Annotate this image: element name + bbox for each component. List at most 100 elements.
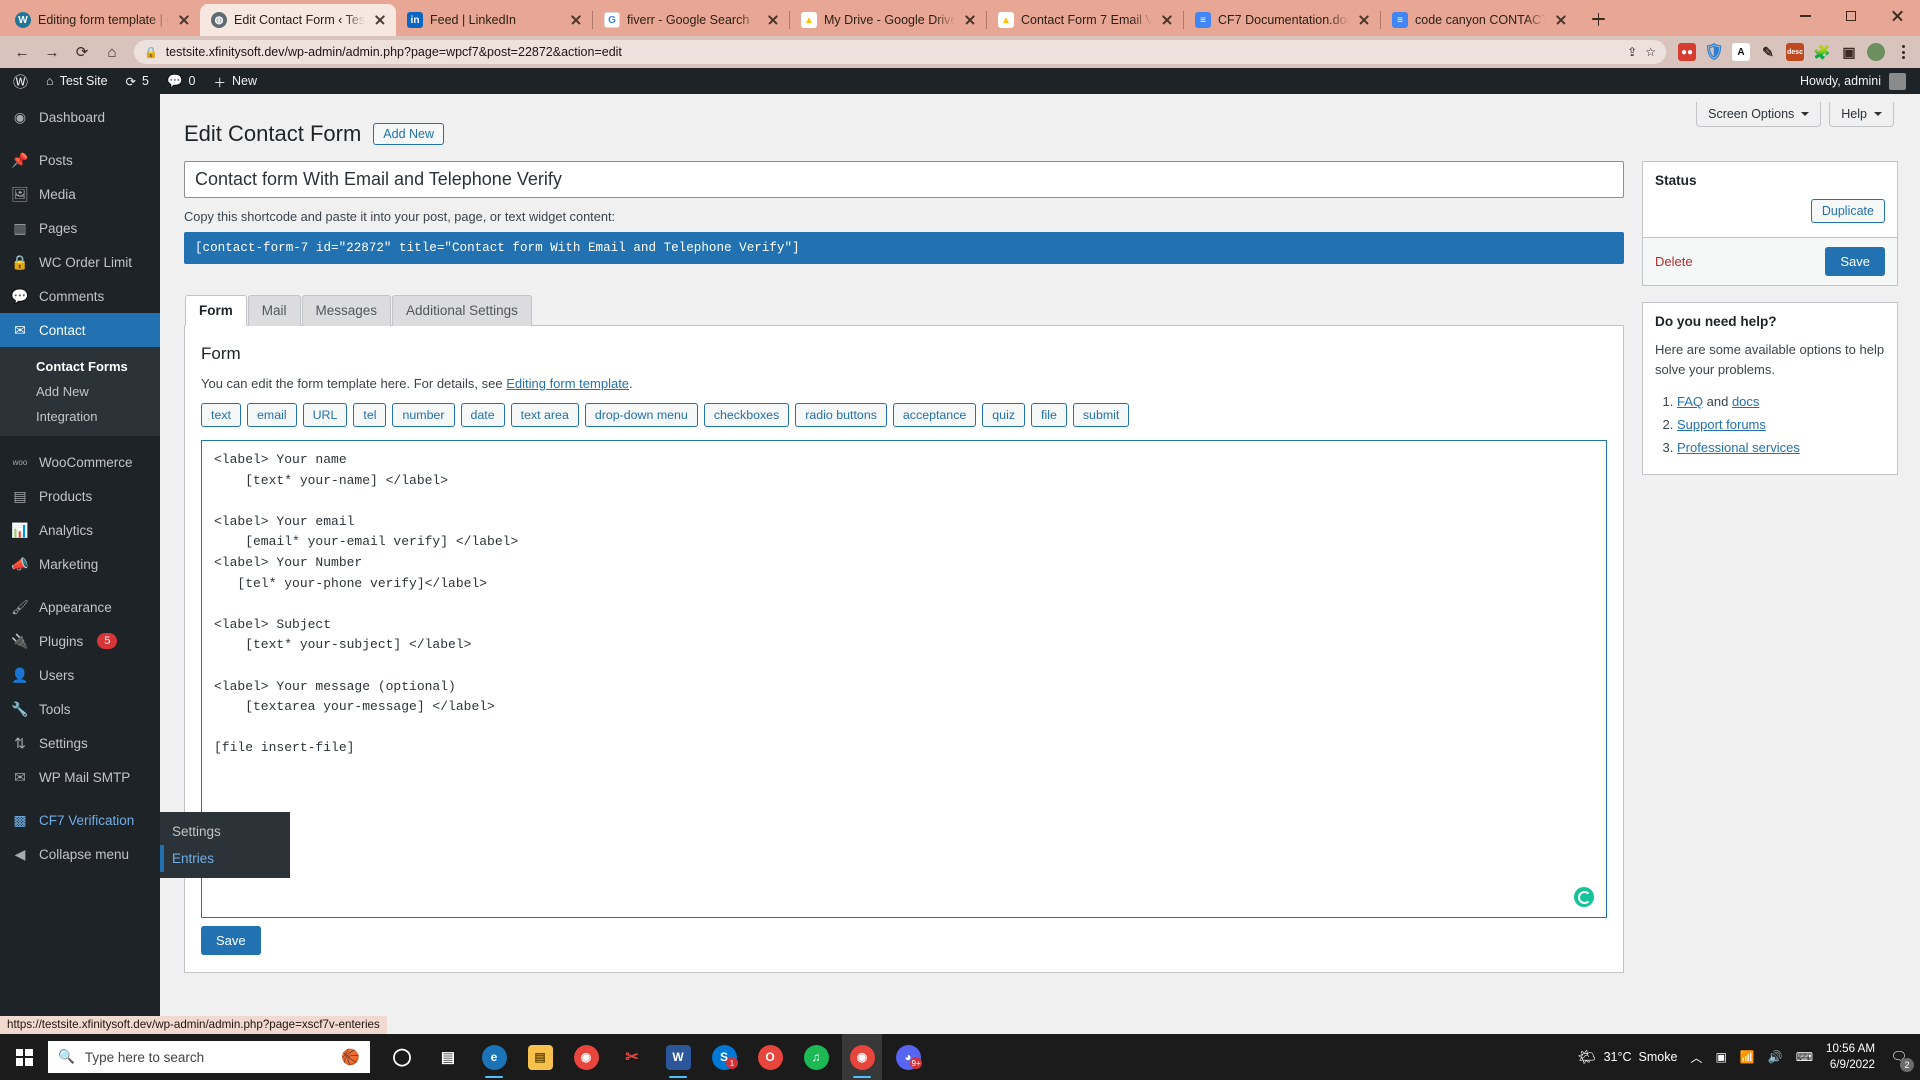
eyedropper-icon[interactable]: ✎ <box>1759 43 1777 61</box>
task-view-icon[interactable]: ▤ <box>428 1034 468 1080</box>
back-icon[interactable]: ← <box>8 38 36 66</box>
tag-button-drop-down-menu[interactable]: drop-down menu <box>584 403 698 427</box>
sidebar-subitem-add-new[interactable]: Add New <box>0 379 160 404</box>
sidebar-subitem-integration[interactable]: Integration <box>0 404 160 429</box>
updates-link[interactable]: ⟳ 5 <box>117 68 158 94</box>
flyout-item-entries[interactable]: Entries <box>160 845 290 872</box>
cortana-icon[interactable]: ◯ <box>382 1034 422 1080</box>
account-menu[interactable]: Howdy, admini <box>1800 72 1916 90</box>
tab-messages[interactable]: Messages <box>301 295 392 326</box>
browser-tab-0[interactable]: W Editing form template | Co <box>4 4 200 36</box>
new-content-link[interactable]: ＋ New <box>204 68 266 94</box>
help-button[interactable]: Help <box>1829 102 1894 127</box>
browser-tab-3[interactable]: G fiverr - Google Search <box>593 4 789 36</box>
close-icon[interactable] <box>372 12 388 28</box>
close-icon[interactable] <box>1356 12 1372 28</box>
sidebar-item-pages[interactable]: ▥ Pages <box>0 211 160 245</box>
sidebar-item-dashboard[interactable]: ◉ Dashboard <box>0 100 160 134</box>
grammarly-icon[interactable] <box>1574 887 1594 907</box>
sidebar-item-posts[interactable]: 📌 Posts <box>0 143 160 177</box>
faq-link[interactable]: FAQ <box>1677 394 1703 409</box>
desc-icon[interactable]: desc <box>1786 43 1804 61</box>
profile-avatar[interactable] <box>1867 43 1885 61</box>
close-icon[interactable] <box>1159 12 1175 28</box>
tag-button-checkboxes[interactable]: checkboxes <box>703 403 790 427</box>
volume-icon[interactable]: 🔊 <box>1768 1050 1783 1064</box>
sidebar-item-wc-order-limit[interactable]: 🔒 WC Order Limit <box>0 245 160 279</box>
sidepanel-icon[interactable]: ▣ <box>1840 43 1858 61</box>
sidebar-item-products[interactable]: ▤ Products <box>0 479 160 513</box>
sidebar-item-settings[interactable]: ⇅ Settings <box>0 726 160 760</box>
puzzle-icon[interactable]: 🧩 <box>1813 43 1831 61</box>
new-tab-button[interactable] <box>1584 5 1612 33</box>
close-icon[interactable] <box>176 12 192 28</box>
form-title-input[interactable] <box>184 161 1624 198</box>
sidebar-item-marketing[interactable]: 📣 Marketing <box>0 547 160 581</box>
sidebar-item-wp-mail-smtp[interactable]: ✉ WP Mail SMTP <box>0 760 160 794</box>
address-bar[interactable]: 🔒 testsite.xfinitysoft.dev/wp-admin/admi… <box>134 40 1666 64</box>
browser-tab-6[interactable]: ≡ CF7 Documentation.docx - <box>1184 4 1380 36</box>
browser-tab-7[interactable]: ≡ code canyon CONTACT FO <box>1381 4 1577 36</box>
browser-tab-1[interactable]: ◍ Edit Contact Form ‹ Test Sit <box>200 4 396 36</box>
tag-button-email[interactable]: email <box>246 403 297 427</box>
tag-button-url[interactable]: URL <box>302 403 348 427</box>
tag-button-acceptance[interactable]: acceptance <box>892 403 977 427</box>
site-name-link[interactable]: ⌂ Test Site <box>37 68 117 94</box>
add-new-button[interactable]: Add New <box>373 123 445 145</box>
close-icon[interactable] <box>568 12 584 28</box>
snipping-tool-icon[interactable]: ✂ <box>612 1034 652 1080</box>
close-icon[interactable] <box>962 12 978 28</box>
browser-tab-5[interactable]: ▲ Contact Form 7 Email Verif <box>987 4 1183 36</box>
close-icon[interactable] <box>765 12 781 28</box>
keyboard-icon[interactable]: ⌨ <box>1796 1050 1813 1064</box>
tag-button-tel[interactable]: tel <box>353 403 387 427</box>
honey-icon[interactable]: ●● <box>1678 43 1696 61</box>
tab-mail[interactable]: Mail <box>247 295 301 326</box>
wifi-icon[interactable]: 📶 <box>1740 1050 1755 1064</box>
tag-button-radio-buttons[interactable]: radio buttons <box>795 403 887 427</box>
maximize-icon[interactable] <box>1828 0 1874 32</box>
form-template-editor[interactable]: <label> Your name [text* your-name] </la… <box>201 440 1607 918</box>
show-hidden-icons[interactable]: ︿ <box>1690 1049 1702 1066</box>
spotify-icon[interactable]: ♫ <box>796 1034 836 1080</box>
close-icon[interactable] <box>1874 0 1920 32</box>
flyout-item-settings[interactable]: Settings <box>160 818 290 845</box>
tag-button-date[interactable]: date <box>460 403 505 427</box>
microsoft-edge-icon[interactable]: e <box>474 1034 514 1080</box>
close-icon[interactable] <box>1553 12 1569 28</box>
tag-button-number[interactable]: number <box>392 403 455 427</box>
editing-form-template-link[interactable]: Editing form template <box>506 376 629 391</box>
save-button[interactable]: Save <box>201 926 261 955</box>
sidebar-item-comments[interactable]: 💬 Comments <box>0 279 160 313</box>
sidebar-collapse-menu[interactable]: ◀ Collapse menu <box>0 837 160 871</box>
comments-link[interactable]: 💬 0 <box>158 68 205 94</box>
tab-additional-settings[interactable]: Additional Settings <box>392 295 532 326</box>
support-forums-link[interactable]: Support forums <box>1677 417 1766 432</box>
browser-tab-4[interactable]: ▲ My Drive - Google Drive <box>790 4 986 36</box>
adobe-icon[interactable]: A <box>1732 43 1750 61</box>
sidebar-item-woocommerce[interactable]: woo WooCommerce <box>0 445 160 479</box>
search-input[interactable]: 🔍 Type here to search 🏀 <box>48 1041 370 1073</box>
windows-start-icon[interactable] <box>0 1034 48 1080</box>
kebab-menu-icon[interactable] <box>1894 45 1912 59</box>
notifications-icon[interactable]: 🗨 2 <box>1888 1046 1914 1072</box>
share-icon[interactable]: ⇪ <box>1627 45 1637 59</box>
weather-widget[interactable]: 🌤 31°C Smoke <box>1578 1048 1678 1066</box>
tag-button-text-area[interactable]: text area <box>510 403 579 427</box>
sidebar-item-plugins[interactable]: 🔌 Plugins 5 <box>0 624 160 658</box>
chrome-active-icon[interactable]: ◉ <box>842 1034 882 1080</box>
file-explorer-icon[interactable]: ▤ <box>520 1034 560 1080</box>
skype-icon[interactable]: S 1 <box>704 1034 744 1080</box>
zenmate-vpn-icon[interactable]: 🛡 <box>1705 43 1723 61</box>
discord-icon[interactable]: ◕ 9+ <box>888 1034 928 1080</box>
professional-services-link[interactable]: Professional services <box>1677 440 1800 455</box>
delete-link[interactable]: Delete <box>1655 254 1693 269</box>
sidebar-item-cf7-verification[interactable]: ▩ CF7 Verification <box>0 803 168 837</box>
home-icon[interactable]: ⌂ <box>98 38 126 66</box>
tab-form[interactable]: Form <box>185 295 247 326</box>
sidebar-item-analytics[interactable]: 📊 Analytics <box>0 513 160 547</box>
duplicate-button[interactable]: Duplicate <box>1810 199 1885 223</box>
save-button-sidebar[interactable]: Save <box>1825 247 1885 276</box>
chrome-icon[interactable]: ◉ <box>566 1034 606 1080</box>
sidebar-item-appearance[interactable]: 🖌 Appearance <box>0 590 160 624</box>
